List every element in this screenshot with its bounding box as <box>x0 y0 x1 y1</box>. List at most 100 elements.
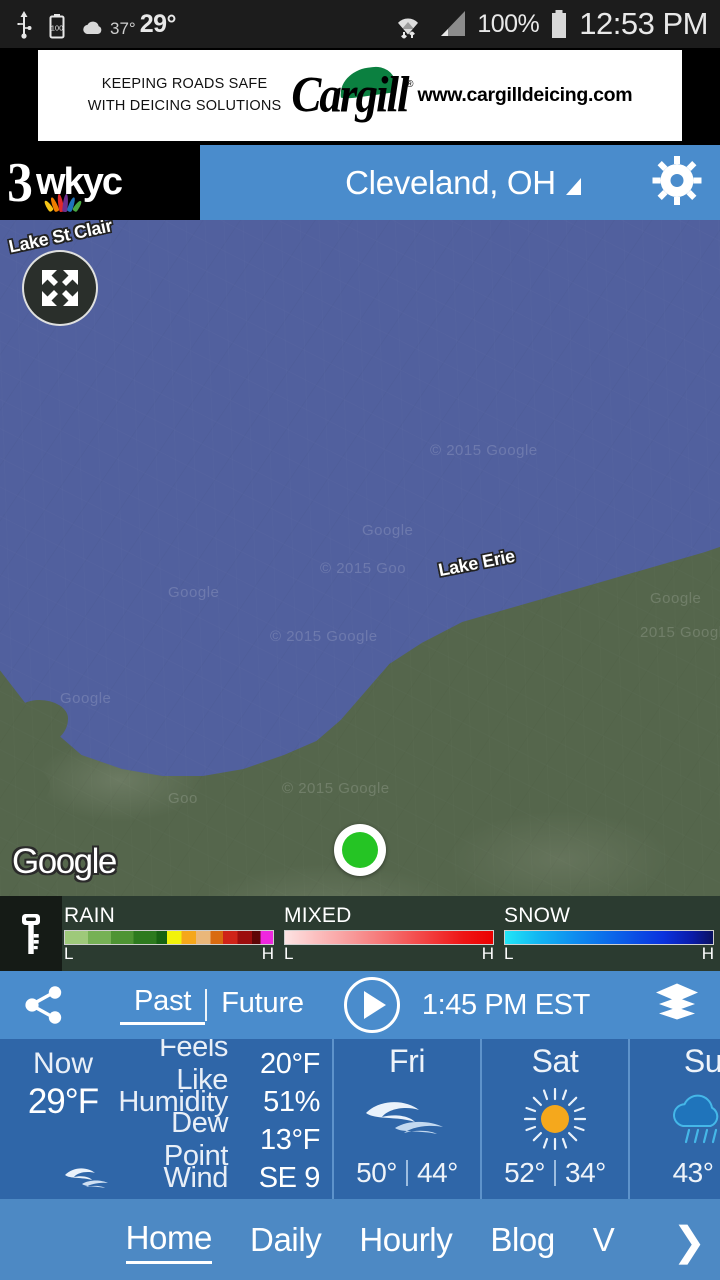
tab-future[interactable]: Future <box>207 987 318 1024</box>
play-button[interactable] <box>343 977 400 1033</box>
current-conditions[interactable]: Now Feels Like 20°F 29°F Humidity 51% De… <box>0 1031 334 1199</box>
google-attribution: Google <box>12 842 117 881</box>
forecast-day[interactable]: Su 43° <box>630 1039 720 1199</box>
nav-item-daily[interactable]: Daily <box>250 1221 322 1263</box>
battery-saver-icon: 100 <box>49 14 65 39</box>
legend-title: RAIN <box>64 903 115 927</box>
legend-gradient-mixed <box>284 929 494 945</box>
android-status-bar: 100 37° 29° 100% 12:53 PM <box>0 0 720 48</box>
ad-tagline-line1: KEEPING ROADS SAFE <box>101 76 268 93</box>
legend-gradient-rain <box>64 929 274 945</box>
forecast-high: 52° <box>504 1157 545 1188</box>
map-watermark: © 2015 Goo <box>320 560 407 577</box>
map-watermark: Google <box>60 690 112 707</box>
condition-value: SE 9 <box>258 1161 321 1194</box>
forecast-day-name: Su <box>683 1043 720 1079</box>
sun-icon <box>524 1087 586 1150</box>
forecast-day[interactable]: Sat 52° 34° <box>482 1039 630 1199</box>
ad-content[interactable]: KEEPING ROADS SAFE WITH DEICING SOLUTION… <box>38 50 682 141</box>
svg-text:100: 100 <box>51 24 64 33</box>
map-island <box>8 700 68 744</box>
conditions-row: Wind SE 9 <box>8 1159 320 1197</box>
legend-high: H <box>261 943 274 963</box>
forecast-strip[interactable]: Fri 50° 44° Sat 52° 34° Su 43° <box>334 1039 720 1199</box>
map-island <box>4 768 50 804</box>
marker-dot <box>342 832 378 868</box>
forecast-day[interactable]: Fri 50° 44° <box>334 1039 482 1199</box>
status-clock: 12:53 PM <box>579 6 708 41</box>
chevron-right-icon[interactable]: ❯ <box>672 1219 706 1265</box>
settings-button[interactable] <box>652 155 702 210</box>
condition-label: Wind <box>163 1161 229 1194</box>
temp-divider <box>554 1160 556 1186</box>
ad-url[interactable]: www.cargilldeicing.com <box>417 84 632 107</box>
legend-low: L <box>504 943 514 963</box>
usb-icon <box>17 11 32 39</box>
legend-low: L <box>64 943 74 963</box>
past-future-toggle[interactable]: Past Future <box>120 985 318 1025</box>
app-header: 3 wkyc Cleveland, OH <box>0 145 720 220</box>
battery-percent: 100% <box>477 9 540 38</box>
location-label: Cleveland, OH <box>345 163 556 201</box>
current-location-marker[interactable] <box>334 824 386 876</box>
legend-key-button[interactable] <box>0 896 62 971</box>
forecast-icon-wrap <box>361 1086 453 1152</box>
radar-control-bar: Past Future 1:45 PM EST <box>0 971 720 1039</box>
map-watermark: © 2015 Google <box>282 780 390 797</box>
nav-item-hourly[interactable]: Hourly <box>359 1221 452 1263</box>
legend-title: MIXED <box>284 903 352 927</box>
status-left-icons: 100 37° 29° <box>14 9 177 39</box>
wifi-icon <box>398 18 419 39</box>
fullscreen-map-button[interactable] <box>22 250 98 326</box>
condition-value: 51% <box>263 1085 320 1118</box>
layers-icon <box>656 983 698 1020</box>
radar-legend: RAIN L H MIXED L H SNOW L H <box>0 896 720 971</box>
nav-item-home[interactable]: Home <box>125 1219 212 1264</box>
forecast-temps: 43° <box>673 1157 720 1189</box>
forecast-temps: 50° 44° <box>356 1157 458 1189</box>
legend-scale-snow: SNOW L H <box>504 900 714 967</box>
temp-divider <box>406 1160 408 1186</box>
conditions-forecast-panel: Now Feels Like 20°F 29°F Humidity 51% De… <box>0 1031 720 1199</box>
map-watermark: Goo <box>168 790 198 807</box>
condition-value: 20°F <box>260 1047 320 1080</box>
tab-past[interactable]: Past <box>120 985 206 1025</box>
chevron-down-icon <box>565 177 581 195</box>
nav-item-video[interactable]: V <box>593 1221 615 1263</box>
status-temp: 29° <box>139 10 177 38</box>
cargill-logo: Cargill ® <box>287 64 413 123</box>
cargill-wordmark: Cargill <box>291 66 409 123</box>
legend-scale-rain: RAIN L H <box>64 900 274 967</box>
gear-icon <box>652 155 702 205</box>
condition-value: 13°F <box>260 1123 320 1156</box>
forecast-high: 50° <box>356 1157 397 1188</box>
signal-icon <box>441 11 466 36</box>
ad-tagline: KEEPING ROADS SAFE WITH DEICING SOLUTION… <box>88 74 282 116</box>
key-icon <box>22 913 40 954</box>
wkyc-logo[interactable]: 3 wkyc <box>0 145 200 220</box>
now-temperature: 29°F <box>27 1082 99 1122</box>
location-selector[interactable]: Cleveland, OH <box>200 164 720 202</box>
expand-arrows-icon <box>42 270 78 306</box>
forecast-low: 44° <box>417 1157 458 1188</box>
map-layers-button[interactable] <box>654 982 700 1029</box>
radar-map[interactable]: © 2015 Google Google © 2015 Goo Google ©… <box>0 220 720 896</box>
cloud-icon <box>83 21 102 34</box>
ad-tagline-line2: WITH DEICING SOLUTIONS <box>87 97 282 114</box>
map-watermark: 2015 Google <box>640 624 720 641</box>
radar-timestamp: 1:45 PM EST <box>421 988 590 1021</box>
advertisement-banner[interactable]: KEEPING ROADS SAFE WITH DEICING SOLUTION… <box>0 48 720 145</box>
forecast-day-name: Sat <box>531 1043 579 1079</box>
legend-high: H <box>481 943 494 963</box>
legend-endpoints: L H <box>504 943 714 963</box>
conditions-row: Dew Point 13°F <box>8 1107 321 1172</box>
logo-channel-number: 3 <box>7 151 33 214</box>
share-button[interactable] <box>16 984 72 1026</box>
forecast-day-name: Fri <box>388 1043 426 1079</box>
legend-gradient-snow <box>504 929 714 945</box>
nav-item-blog[interactable]: Blog <box>490 1221 555 1263</box>
forecast-high: 43° <box>672 1157 714 1188</box>
map-watermark: Google <box>168 584 220 601</box>
forecast-icon-wrap <box>524 1086 586 1152</box>
forecast-temps: 52° 34° <box>504 1157 606 1189</box>
